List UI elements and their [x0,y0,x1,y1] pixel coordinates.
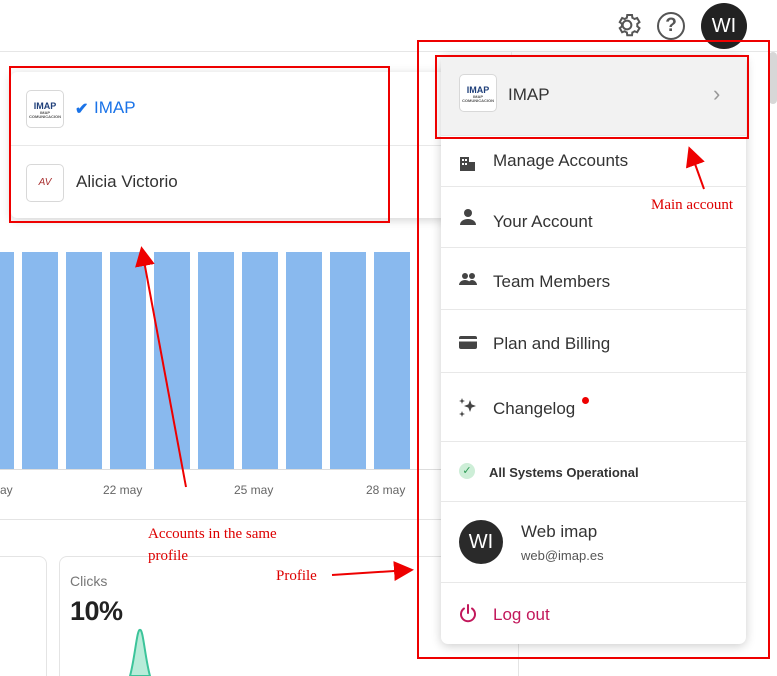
chart-bar [330,252,366,470]
chart-bar [198,252,234,470]
stat-card-label: Clicks [70,573,108,589]
chart-bar [242,252,278,470]
chart-bar [66,252,102,470]
chart-baseline [0,469,470,470]
annotation-main-account: Main account [651,197,734,213]
sparkline [128,628,152,676]
x-tick-label: 28 may [366,483,406,497]
chart-bar [374,252,410,470]
stat-card [0,556,47,676]
scrollbar[interactable] [769,52,777,104]
annotation-box-profile [417,40,770,659]
stat-card-value: 10% [70,596,123,626]
annotation-profile: Profile [276,568,317,584]
annotation-accounts-line2: profile [148,548,188,564]
chart-bar [286,252,322,470]
bar-chart [0,252,470,470]
chart-bar [110,252,146,470]
chart-bar [22,252,58,470]
chart-bar [0,252,14,470]
x-tick-label: 25 may [234,483,274,497]
chart-bar [154,252,190,470]
annotation-accounts-line1: Accounts in the same [148,526,277,542]
x-tick-label: 22 may [103,483,143,497]
annotation-box-accounts [9,66,390,223]
help-icon[interactable]: ? [657,12,685,40]
gear-icon[interactable] [612,10,642,40]
x-tick-label: ay [0,483,13,497]
